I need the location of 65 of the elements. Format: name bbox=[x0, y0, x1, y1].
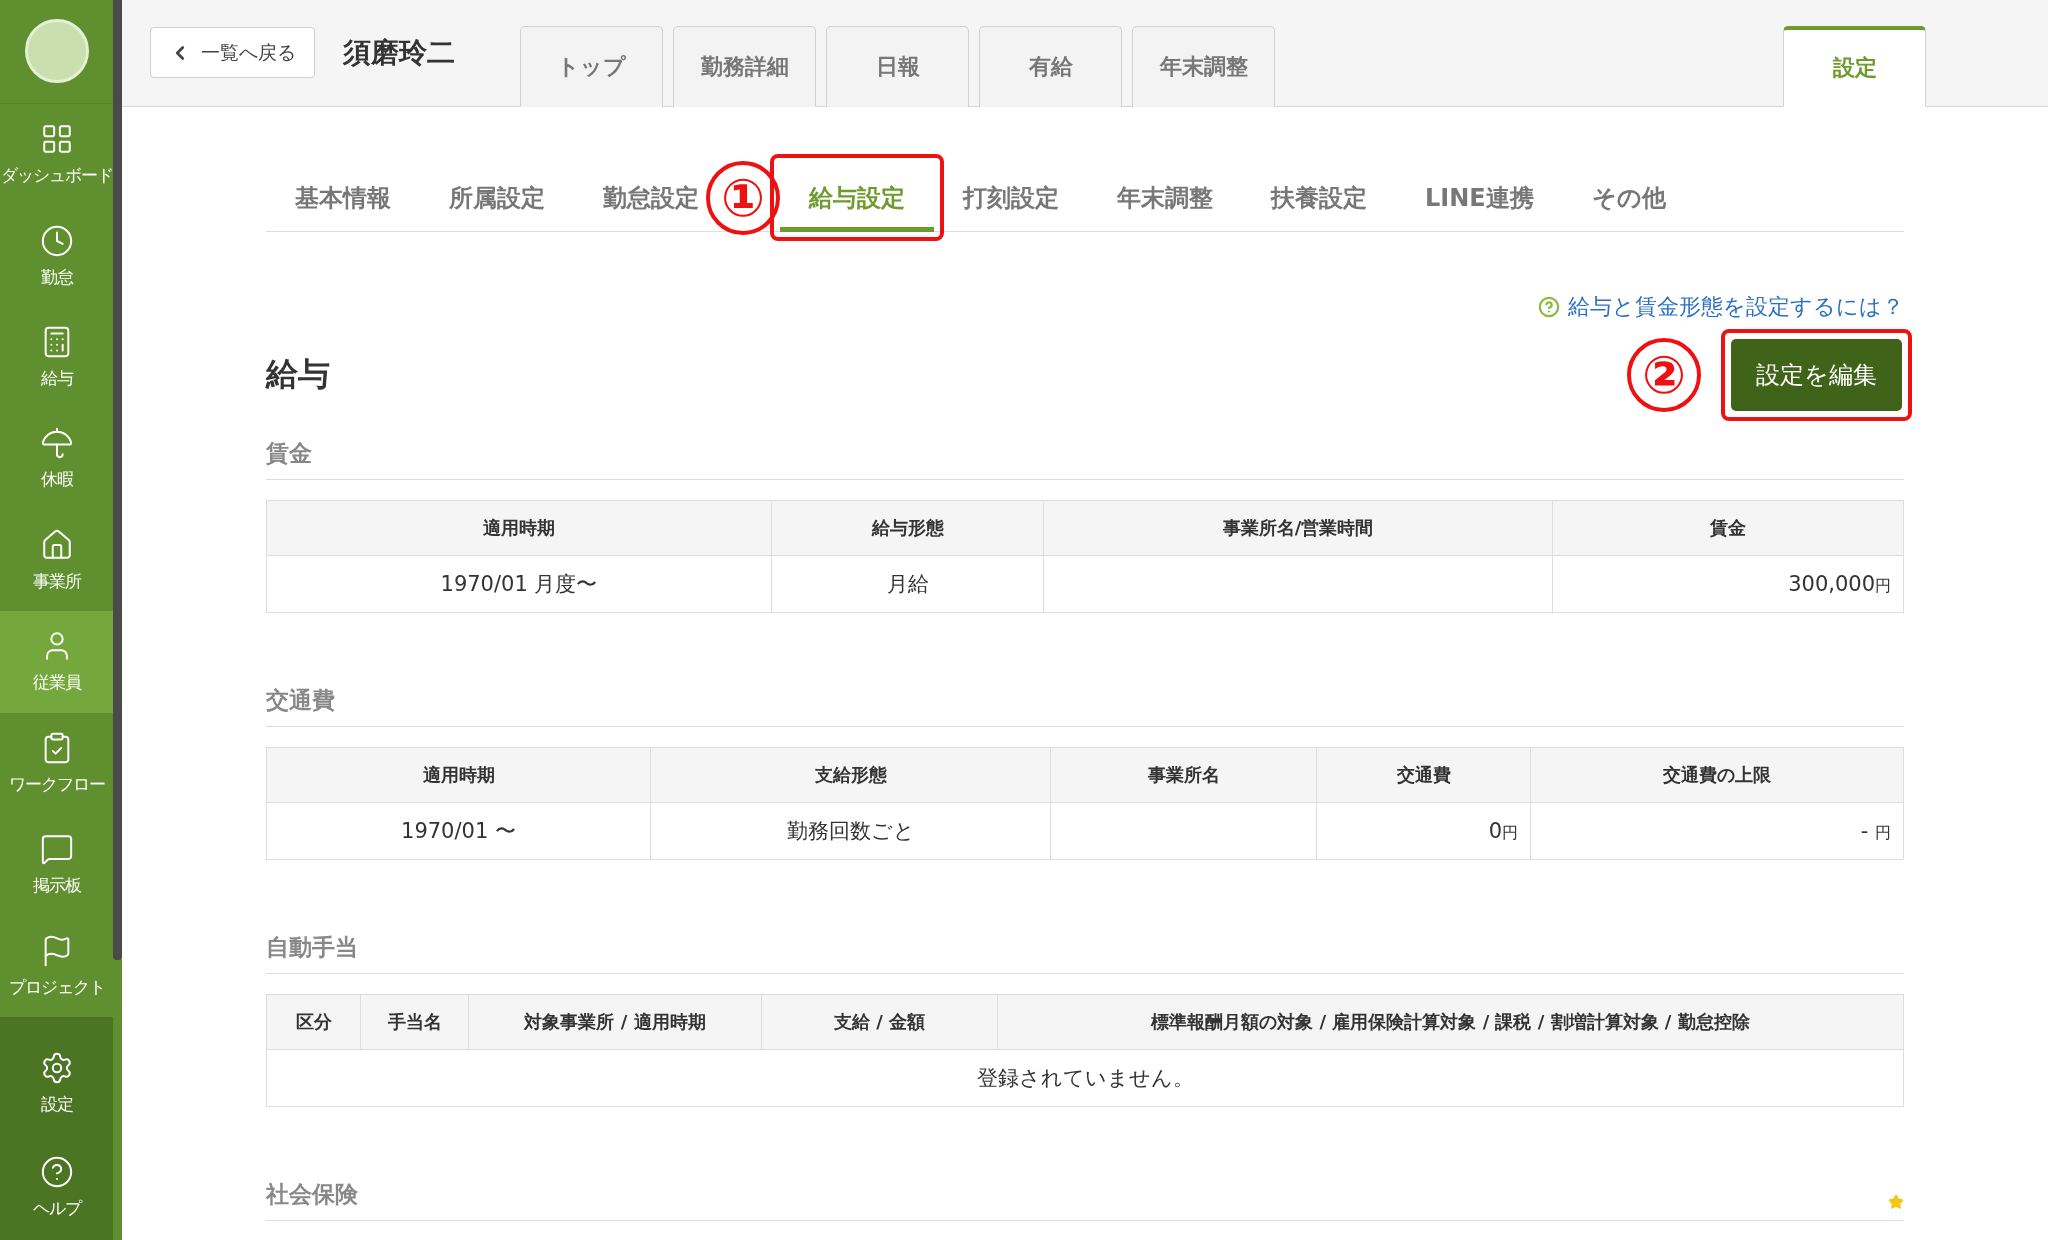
tab[interactable]: 日報 bbox=[826, 26, 969, 107]
back-button[interactable]: 一覧へ戻る bbox=[150, 27, 315, 78]
section-heading: 社会保険 bbox=[266, 1180, 358, 1209]
sidebar-item[interactable]: ヘルプ bbox=[0, 1135, 113, 1240]
tab[interactable]: 年末調整 bbox=[1132, 26, 1275, 107]
table-cell: - 円 bbox=[1530, 802, 1904, 860]
section-heading: 交通費 bbox=[266, 686, 335, 715]
empty-message: 登録されていません。 bbox=[266, 1049, 1904, 1107]
table-cell: 1970/01 月度〜 bbox=[266, 555, 772, 613]
sidebar-item[interactable]: プロジェクト bbox=[0, 915, 113, 1017]
column-header: 対象事業所 / 適用時期 bbox=[468, 994, 762, 1050]
section-heading: 賃金 bbox=[266, 439, 312, 468]
edit-settings-button[interactable]: 設定を編集 bbox=[1731, 339, 1902, 411]
star-icon[interactable] bbox=[1888, 1194, 1904, 1210]
table-cell: 0円 bbox=[1316, 802, 1531, 860]
column-header: 適用時期 bbox=[266, 500, 772, 556]
tab[interactable]: 扶養設定 bbox=[1242, 164, 1396, 232]
table-cell: 1970/01 〜 bbox=[266, 802, 651, 860]
tab[interactable]: 基本情報 bbox=[266, 164, 420, 232]
column-header: 支給 / 金額 bbox=[761, 994, 998, 1050]
sidebar-item[interactable]: 設定 bbox=[0, 1031, 113, 1136]
column-header: 適用時期 bbox=[266, 747, 651, 803]
scrollbar[interactable] bbox=[113, 0, 122, 960]
employee-name: 須磨玲二 bbox=[343, 35, 456, 71]
section-heading: 自動手当 bbox=[266, 933, 358, 962]
sidebar-item[interactable]: 給与 bbox=[0, 306, 113, 409]
help-link[interactable]: 給与と賃金形態を設定するには？ bbox=[1538, 292, 1904, 322]
tab[interactable]: LINE連携 bbox=[1396, 164, 1563, 232]
table-cell: 300,000円 bbox=[1552, 555, 1904, 613]
umbrella-icon bbox=[39, 426, 74, 461]
column-header: 交通費 bbox=[1316, 747, 1531, 803]
column-header: 賃金 bbox=[1552, 500, 1904, 556]
chat-icon bbox=[39, 832, 74, 867]
tab[interactable]: 打刻設定 bbox=[934, 164, 1088, 232]
sidebar-item[interactable]: 掲示板 bbox=[0, 814, 113, 916]
column-header: 交通費の上限 bbox=[1530, 747, 1904, 803]
sidebar-item[interactable]: 従業員 bbox=[0, 611, 113, 713]
column-header: 標準報酬月額の対象 / 雇用保険計算対象 / 課税 / 割増計算対象 / 勤怠控除 bbox=[997, 994, 1904, 1050]
callout-number: ① bbox=[706, 160, 780, 235]
tab[interactable]: 年末調整 bbox=[1088, 164, 1242, 232]
table-cell: 月給 bbox=[771, 555, 1044, 613]
tab[interactable]: トップ bbox=[520, 26, 663, 107]
column-header: 給与形態 bbox=[771, 500, 1044, 556]
help-icon bbox=[1538, 296, 1560, 318]
tab[interactable]: その他 bbox=[1562, 164, 1695, 232]
callout-number: ② bbox=[1627, 338, 1701, 412]
sidebar-item[interactable]: 休暇 bbox=[0, 408, 113, 510]
column-header: 支給形態 bbox=[650, 747, 1051, 803]
column-header: 区分 bbox=[266, 994, 361, 1050]
help-icon bbox=[39, 1155, 74, 1190]
column-header: 手当名 bbox=[360, 994, 469, 1050]
clock-icon bbox=[39, 223, 74, 258]
column-header: 事業所名 bbox=[1050, 747, 1317, 803]
tab[interactable]: 所属設定 bbox=[420, 164, 574, 232]
sidebar-item[interactable]: ワークフロー bbox=[0, 712, 113, 815]
sidebar-item[interactable]: ダッシュボード bbox=[0, 103, 113, 206]
tab[interactable]: 有給 bbox=[979, 26, 1122, 107]
sidebar-item[interactable]: 勤怠 bbox=[0, 205, 113, 307]
tab[interactable]: 給与設定 bbox=[780, 164, 934, 232]
sidebar-item[interactable]: 事業所 bbox=[0, 509, 113, 612]
column-header: 事業所名/営業時間 bbox=[1043, 500, 1553, 556]
tab[interactable]: 勤務詳細 bbox=[673, 26, 816, 107]
tab[interactable]: 設定 bbox=[1783, 26, 1926, 107]
page-title: 給与 bbox=[266, 354, 330, 395]
table-cell: 勤務回数ごと bbox=[650, 802, 1051, 860]
